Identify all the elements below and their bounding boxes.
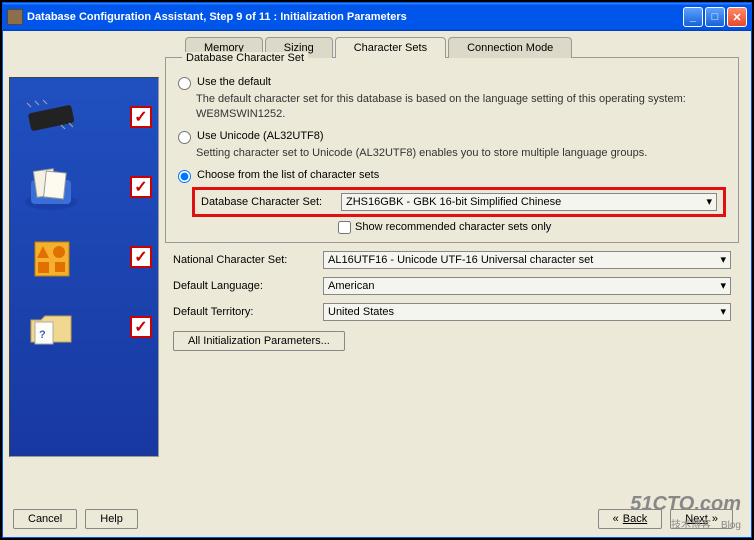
titlebar: Database Configuration Assistant, Step 9… — [3, 3, 751, 31]
db-charset-highlight: Database Character Set: ZHS16GBK - GBK 1… — [192, 187, 726, 217]
default-language-row: Default Language: American — [165, 277, 739, 295]
svg-text:?: ? — [39, 329, 46, 341]
desc-default: The default character set for this datab… — [196, 92, 726, 122]
default-territory-row: Default Territory: United States — [165, 303, 739, 321]
maximize-button[interactable]: □ — [705, 7, 725, 27]
show-recommended-label: Show recommended character sets only — [355, 221, 551, 233]
default-language-label: Default Language: — [173, 280, 323, 292]
all-init-params-button[interactable]: All Initialization Parameters... — [173, 331, 345, 351]
desc-unicode: Setting character set to Unicode (AL32UT… — [196, 146, 726, 161]
cancel-button[interactable]: Cancel — [13, 509, 77, 529]
window-title: Database Configuration Assistant, Step 9… — [27, 11, 683, 23]
default-language-select[interactable]: American — [323, 277, 731, 295]
main-panel: Memory Sizing Character Sets Connection … — [159, 37, 745, 531]
folder-help-icon: ? — [16, 302, 86, 352]
check-icon: ✓ — [130, 176, 152, 198]
check-icon: ✓ — [130, 316, 152, 338]
app-window: Database Configuration Assistant, Step 9… — [2, 2, 752, 538]
check-icon: ✓ — [130, 106, 152, 128]
show-recommended-checkbox[interactable] — [338, 221, 351, 234]
national-charset-select[interactable]: AL16UTF16 - Unicode UTF-16 Universal cha… — [323, 251, 731, 269]
chip-icon — [16, 92, 86, 142]
db-charset-value: ZHS16GBK - GBK 16-bit Simplified Chinese — [346, 196, 561, 208]
default-language-value: American — [328, 280, 374, 292]
national-charset-label: National Character Set: — [173, 254, 323, 266]
wizard-step-2: ✓ — [16, 158, 152, 216]
window-controls: _ □ ✕ — [683, 7, 747, 27]
charset-fieldset: Database Character Set Use the default T… — [165, 57, 739, 243]
close-button[interactable]: ✕ — [727, 7, 747, 27]
check-icon: ✓ — [130, 246, 152, 268]
show-recommended-row[interactable]: Show recommended character sets only — [338, 221, 726, 234]
radio-label-unicode: Use Unicode (AL32UTF8) — [197, 130, 324, 142]
wizard-sidebar: ✓ ✓ ✓ ? ✓ — [9, 77, 159, 457]
radio-use-unicode[interactable]: Use Unicode (AL32UTF8) — [178, 130, 726, 144]
fieldset-legend: Database Character Set — [182, 52, 308, 64]
national-charset-value: AL16UTF16 - Unicode UTF-16 Universal cha… — [328, 254, 593, 266]
wizard-step-4: ? ✓ — [16, 298, 152, 356]
radio-input-default[interactable] — [178, 77, 191, 90]
app-icon — [7, 9, 23, 25]
radio-input-choose[interactable] — [178, 170, 191, 183]
help-button[interactable]: Help — [85, 509, 138, 529]
radio-label-choose: Choose from the list of character sets — [197, 169, 379, 181]
back-arrow-icon: « — [613, 513, 619, 525]
radio-input-unicode[interactable] — [178, 131, 191, 144]
national-charset-row: National Character Set: AL16UTF16 - Unic… — [165, 251, 739, 269]
tab-character-sets[interactable]: Character Sets — [335, 37, 446, 58]
minimize-button[interactable]: _ — [683, 7, 703, 27]
default-territory-select[interactable]: United States — [323, 303, 731, 321]
radio-use-default[interactable]: Use the default — [178, 76, 726, 90]
shapes-icon — [16, 232, 86, 282]
db-charset-label: Database Character Set: — [201, 196, 341, 208]
default-territory-value: United States — [328, 306, 394, 318]
documents-icon — [16, 162, 86, 212]
wizard-step-1: ✓ — [16, 88, 152, 146]
content-area: ✓ ✓ ✓ ? ✓ Memor — [3, 31, 751, 537]
watermark-small: 技术博客 Blog — [630, 516, 741, 531]
default-territory-label: Default Territory: — [173, 306, 323, 318]
radio-choose-list[interactable]: Choose from the list of character sets — [178, 169, 726, 183]
radio-label-default: Use the default — [197, 76, 271, 88]
watermark-big: 51CTO.com — [630, 493, 741, 516]
tab-connection-mode[interactable]: Connection Mode — [448, 37, 572, 58]
wizard-step-3: ✓ — [16, 228, 152, 286]
watermark: 51CTO.com 技术博客 Blog — [630, 493, 741, 531]
db-charset-select[interactable]: ZHS16GBK - GBK 16-bit Simplified Chinese — [341, 193, 717, 211]
